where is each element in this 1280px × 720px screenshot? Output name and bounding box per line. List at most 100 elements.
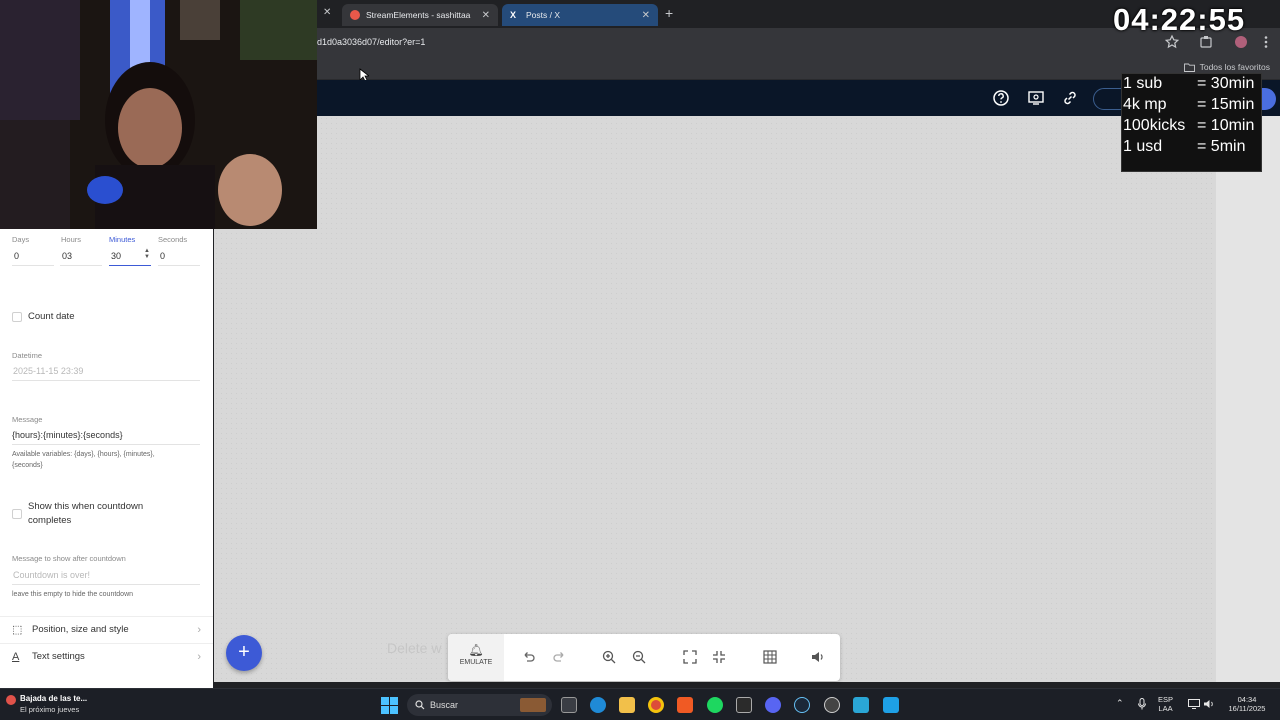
news-widget[interactable]: Bajada de las te... El próximo jueves — [20, 694, 87, 714]
rate-value: = 5min — [1197, 138, 1246, 155]
show-complete-checkbox[interactable] — [12, 509, 22, 519]
bell-icon: 🔔︎ — [468, 643, 484, 657]
add-widget-button[interactable]: + — [226, 635, 262, 671]
minutes-label: Minutes — [109, 235, 136, 244]
tab-posts-x[interactable]: X Posts / X ✕ — [502, 4, 658, 26]
file-explorer-icon[interactable] — [619, 697, 635, 713]
datetime-underline — [12, 380, 200, 381]
zoom-in-icon[interactable] — [601, 649, 617, 665]
hours-input[interactable]: 03 — [62, 251, 72, 261]
seconds-label: Seconds — [158, 235, 188, 244]
windows-taskbar: Bajada de las te... El próximo jueves Bu… — [0, 688, 1280, 720]
message-input[interactable]: {hours}:{minutes}:{seconds} — [12, 430, 123, 440]
message-label: Message — [12, 415, 43, 424]
all-favorites-label: Todos los favoritos — [1199, 62, 1270, 72]
rate-item: 1 usd — [1123, 138, 1163, 155]
taskbar-search[interactable]: Buscar — [407, 694, 552, 716]
rate-item: 4k mp — [1123, 96, 1167, 113]
microphone-icon[interactable] — [1137, 698, 1147, 710]
folder-icon — [1183, 63, 1195, 72]
emulate-button[interactable]: 🔔︎ EMULATE — [448, 634, 504, 681]
clock-date: 16/11/2025 — [1228, 704, 1266, 713]
rate-item: 1 sub — [1123, 75, 1163, 92]
after-message-hint: leave this empty to hide the countdown — [12, 591, 134, 598]
section-position-size-style[interactable]: ⬚ Position, size and style › — [0, 616, 213, 642]
editor-toolbar: 🔔︎ EMULATE — [448, 634, 840, 681]
discord-icon[interactable] — [765, 697, 781, 713]
spotify-icon[interactable] — [707, 697, 723, 713]
edge-icon[interactable] — [590, 697, 606, 713]
zoom-out-icon[interactable] — [631, 649, 647, 665]
new-tab-icon[interactable]: + — [665, 5, 673, 21]
close-tab-icon[interactable]: ✕ — [642, 10, 650, 21]
editor-canvas[interactable] — [214, 116, 1216, 682]
webcam-image — [0, 0, 317, 229]
notepad-icon[interactable] — [853, 697, 869, 713]
datetime-label: Datetime — [12, 351, 43, 360]
after-message-underline — [12, 584, 200, 585]
hours-label: Hours — [61, 235, 82, 244]
clock[interactable]: 04:34 16/11/2025 — [1224, 695, 1270, 713]
obs-icon[interactable] — [824, 697, 840, 713]
section-text-settings[interactable]: A Text settings › — [0, 643, 213, 669]
message-underline — [12, 444, 200, 445]
count-date-checkbox[interactable] — [12, 312, 22, 322]
chevron-right-icon: › — [197, 623, 201, 636]
tray-overflow-icon[interactable]: ⌃ — [1116, 698, 1124, 709]
minutes-stepper-icon[interactable]: ▲ ▼ — [144, 248, 150, 260]
tab-title: Posts / X — [526, 10, 561, 20]
grid-icon[interactable] — [762, 649, 778, 665]
webcam-overlay — [0, 0, 317, 229]
news-title: Bajada de las te... — [20, 694, 88, 703]
overlay-preview-icon[interactable] — [1027, 89, 1045, 107]
datetime-input[interactable]: 2025-11-15 23:39 — [13, 366, 83, 376]
steam-icon[interactable] — [794, 697, 810, 713]
app-icon[interactable] — [883, 697, 899, 713]
rate-item: 100kicks — [1123, 117, 1186, 134]
help-icon[interactable] — [992, 89, 1010, 107]
all-favorites-button[interactable]: Todos los favoritos — [1183, 62, 1270, 72]
clock-time: 04:34 — [1237, 695, 1257, 704]
task-view-icon[interactable] — [561, 697, 577, 713]
speaker-icon[interactable] — [1203, 699, 1215, 709]
emulate-label: EMULATE — [459, 659, 493, 666]
message-hint: Available variables: {days}, {hours}, {m… — [12, 451, 155, 469]
epic-games-icon[interactable] — [736, 697, 752, 713]
close-tab-icon[interactable]: ✕ — [482, 10, 490, 21]
link-icon[interactable] — [1061, 89, 1079, 107]
canvas-ghost-text: Delete w — [387, 640, 442, 656]
chevron-right-icon: › — [197, 650, 201, 663]
brave-icon[interactable] — [677, 697, 693, 713]
position-icon: ⬚ — [12, 624, 23, 636]
fit-screen-icon[interactable] — [682, 649, 698, 665]
volume-icon[interactable] — [810, 649, 826, 665]
windows-start-icon[interactable] — [381, 697, 398, 714]
hours-underline — [60, 265, 102, 266]
close-tab-icon[interactable]: ✕ — [323, 7, 331, 18]
days-input[interactable]: 0 — [14, 251, 19, 261]
news-subtitle: El próximo jueves — [20, 705, 80, 714]
search-label: Buscar — [430, 700, 459, 710]
redo-icon[interactable] — [551, 649, 567, 665]
subathon-timer: 04:22:55 — [1113, 2, 1246, 37]
streamelements-icon — [350, 10, 360, 20]
shrink-icon[interactable] — [711, 649, 727, 665]
chrome-icon[interactable] — [648, 697, 664, 713]
text-icon: A — [12, 650, 20, 663]
minutes-input[interactable]: 30 — [111, 251, 121, 261]
rate-value: = 30min — [1197, 75, 1255, 92]
tab-streamelements[interactable]: StreamElements - sashittaa ✕ — [342, 4, 498, 26]
after-message-input[interactable]: Countdown is over! — [13, 570, 90, 580]
network-icon[interactable] — [1188, 699, 1200, 709]
search-icon — [415, 700, 425, 710]
url-text[interactable]: d1d0a3036d07/editor?er=1 — [317, 37, 425, 47]
rate-value: = 10min — [1197, 117, 1255, 134]
undo-icon[interactable] — [521, 649, 537, 665]
more-menu-icon[interactable] — [1258, 34, 1274, 50]
language-line: ESP — [1158, 695, 1174, 704]
subathon-rates-box: 1 sub = 30min 4k mp = 15min 100kicks = 1… — [1121, 73, 1262, 172]
language-indicator[interactable]: ESP LAA — [1158, 695, 1173, 713]
tab-title: StreamElements - sashittaa — [366, 10, 471, 20]
screen: ✕ StreamElements - sashittaa ✕ X Posts /… — [0, 0, 1280, 720]
seconds-input[interactable]: 0 — [160, 251, 165, 261]
